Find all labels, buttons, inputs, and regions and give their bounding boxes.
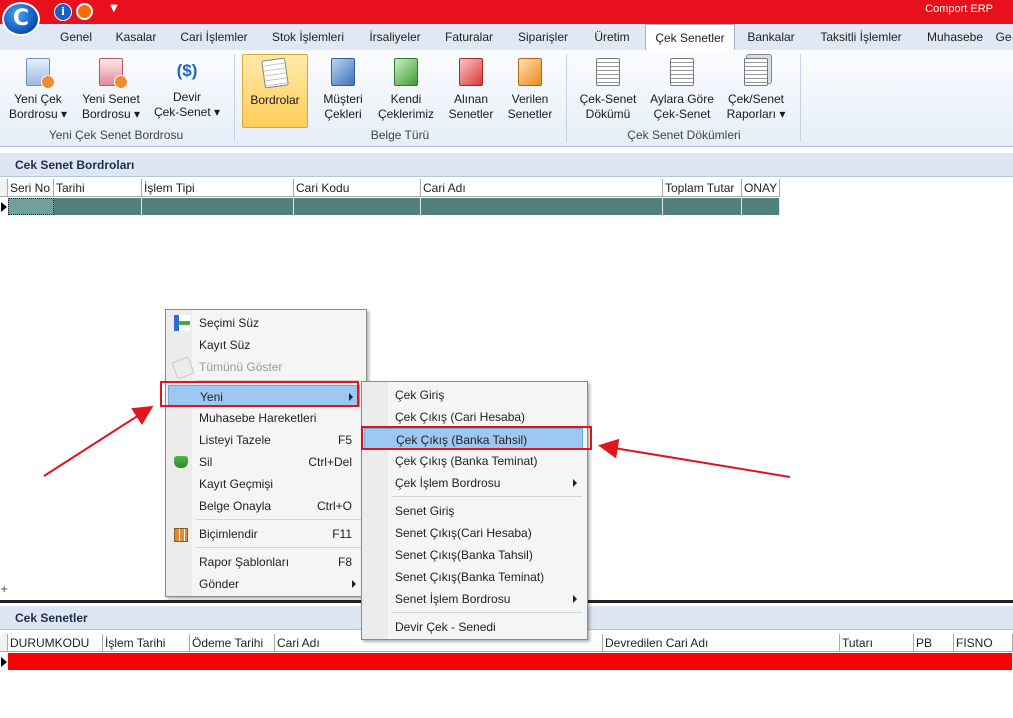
annotation-arrow (43, 405, 154, 477)
annotation-arrow (598, 438, 791, 478)
annotation-arrows (43, 405, 791, 478)
app-logo[interactable]: C (2, 2, 40, 36)
